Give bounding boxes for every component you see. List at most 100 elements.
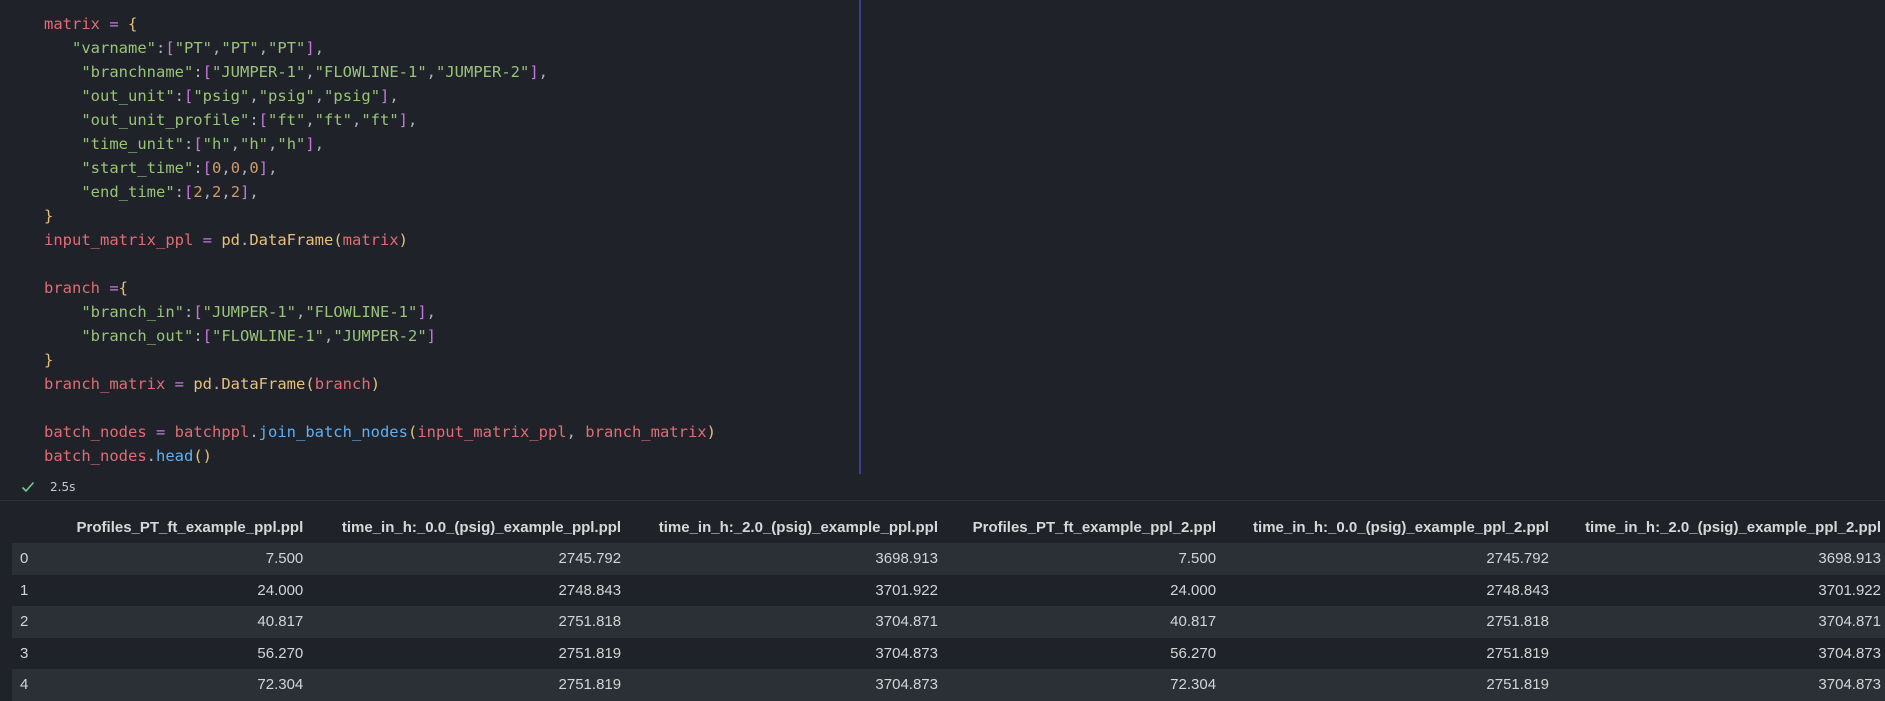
code-token: ] <box>426 327 436 345</box>
code-token: . <box>212 375 222 393</box>
code-token: , <box>221 159 231 177</box>
cell-output: Profiles_PT_ft_example_ppl.ppl time_in_h… <box>12 512 1885 701</box>
code-token: "ft" <box>361 111 399 129</box>
code-token: , <box>314 135 325 153</box>
code-line[interactable]: } <box>44 348 716 372</box>
table-cell: 40.817 <box>46 606 304 638</box>
code-line[interactable]: "out_unit":["psig","psig","psig"], <box>44 84 716 108</box>
code-token: "out_unit" <box>81 87 175 105</box>
code-token: } <box>44 351 54 369</box>
code-token: head <box>156 447 194 465</box>
code-token: = <box>165 375 194 393</box>
code-token: , <box>352 111 362 129</box>
code-line[interactable]: "branchname":["JUMPER-1","FLOWLINE-1","J… <box>44 60 716 84</box>
code-token: , <box>389 87 399 105</box>
code-token: ] <box>529 63 539 81</box>
code-token: pd <box>193 375 212 393</box>
table-cell: 3701.922 <box>621 574 938 606</box>
code-line[interactable]: branch_matrix = pd.DataFrame(branch) <box>44 372 716 396</box>
code-token: [ <box>184 87 194 105</box>
code-token: branch <box>314 375 371 393</box>
code-token: = <box>193 231 222 249</box>
code-token: "ft" <box>268 111 306 129</box>
code-line[interactable]: batch_nodes = batchppl.join_batch_nodes(… <box>44 420 716 444</box>
table-cell: 3698.913 <box>1548 543 1885 575</box>
row-index: 1 <box>12 574 47 606</box>
code-token: join_batch_nodes <box>258 423 408 441</box>
table-cell: 56.270 <box>46 637 304 669</box>
check-icon <box>21 481 35 493</box>
table-cell: 2751.818 <box>1216 606 1549 638</box>
code-token: "PT" <box>268 39 306 57</box>
code-line[interactable] <box>44 396 716 420</box>
code-token: } <box>44 207 54 225</box>
code-token: "start_time" <box>81 159 194 177</box>
row-index: 4 <box>12 669 47 701</box>
code-token: , <box>305 111 315 129</box>
table-cell: 3701.922 <box>1548 574 1885 606</box>
code-token: { <box>118 279 129 297</box>
column-header: Profiles_PT_ft_example_ppl.ppl <box>76 519 304 536</box>
code-line[interactable]: "end_time":[2,2,2], <box>44 180 716 204</box>
code-token: 0 <box>249 159 259 177</box>
code-token: [ <box>193 303 203 321</box>
editor-ruler <box>859 0 861 474</box>
code-token: , <box>323 327 334 345</box>
code-token: : <box>183 135 194 153</box>
notebook-cell: matrix = { "varname":["PT","PT","PT"], "… <box>0 0 1885 701</box>
code-block[interactable]: matrix = { "varname":["PT","PT","PT"], "… <box>44 12 716 468</box>
code-line[interactable]: "start_time":[0,0,0], <box>44 156 716 180</box>
table-cell: 2751.819 <box>1216 637 1549 669</box>
code-line[interactable] <box>44 252 716 276</box>
code-token: , <box>426 63 436 81</box>
code-token: [ <box>184 183 194 201</box>
code-token: "psig" <box>258 87 315 105</box>
dataframe-table: Profiles_PT_ft_example_ppl.ppl time_in_h… <box>12 512 1885 701</box>
code-token: ] <box>398 111 409 129</box>
code-token: . <box>249 423 259 441</box>
code-token: , <box>408 111 418 129</box>
code-line[interactable]: branch ={ <box>44 276 716 300</box>
code-token: "PT" <box>174 39 213 57</box>
code-token: () <box>193 447 212 465</box>
code-token: [ <box>202 327 212 345</box>
code-token: , <box>314 87 325 105</box>
code-token: matrix <box>44 15 100 33</box>
code-token: , <box>230 135 241 153</box>
code-token: 2 <box>212 183 222 201</box>
code-token: "ft" <box>314 111 352 129</box>
code-token: ] <box>305 135 315 153</box>
code-line[interactable]: matrix = { <box>44 12 716 36</box>
table-cell: 3704.873 <box>1548 637 1885 669</box>
code-token: 0 <box>230 159 241 177</box>
code-line[interactable]: "out_unit_profile":["ft","ft","ft"], <box>44 108 716 132</box>
code-token: ( <box>305 375 315 393</box>
code-line[interactable]: "varname":["PT","PT","PT"], <box>44 36 716 60</box>
code-token: 2 <box>193 183 203 201</box>
code-line[interactable]: batch_nodes.head() <box>44 444 716 468</box>
code-token: "out_unit_profile" <box>81 111 250 129</box>
code-token: "psig" <box>193 87 250 105</box>
code-token: batch_nodes <box>44 447 147 465</box>
code-editor[interactable]: matrix = { "varname":["PT","PT","PT"], "… <box>0 0 861 474</box>
code-token: ) <box>706 423 716 441</box>
code-token: "varname" <box>72 39 156 57</box>
code-line[interactable]: input_matrix_ppl = pd.DataFrame(matrix) <box>44 228 716 252</box>
code-token: : <box>156 39 166 57</box>
code-token: "h" <box>202 135 231 153</box>
code-line[interactable]: "time_unit":["h","h","h"], <box>44 132 716 156</box>
code-token: ] <box>240 183 250 201</box>
code-token: "JUMPER-2" <box>436 63 530 81</box>
table-cell: 2751.818 <box>303 606 622 638</box>
code-token: , <box>268 135 278 153</box>
column-header: time_in_h:_2.0_(psig)_example_ppl_2.ppl <box>1585 519 1881 536</box>
table-cell: 2751.819 <box>303 669 622 701</box>
code-line[interactable]: "branch_out":["FLOWLINE-1","JUMPER-2"] <box>44 324 716 348</box>
code-line[interactable]: "branch_in":["JUMPER-1","FLOWLINE-1"], <box>44 300 716 324</box>
table-cell: 72.304 <box>938 669 1217 701</box>
code-line[interactable]: } <box>44 204 716 228</box>
